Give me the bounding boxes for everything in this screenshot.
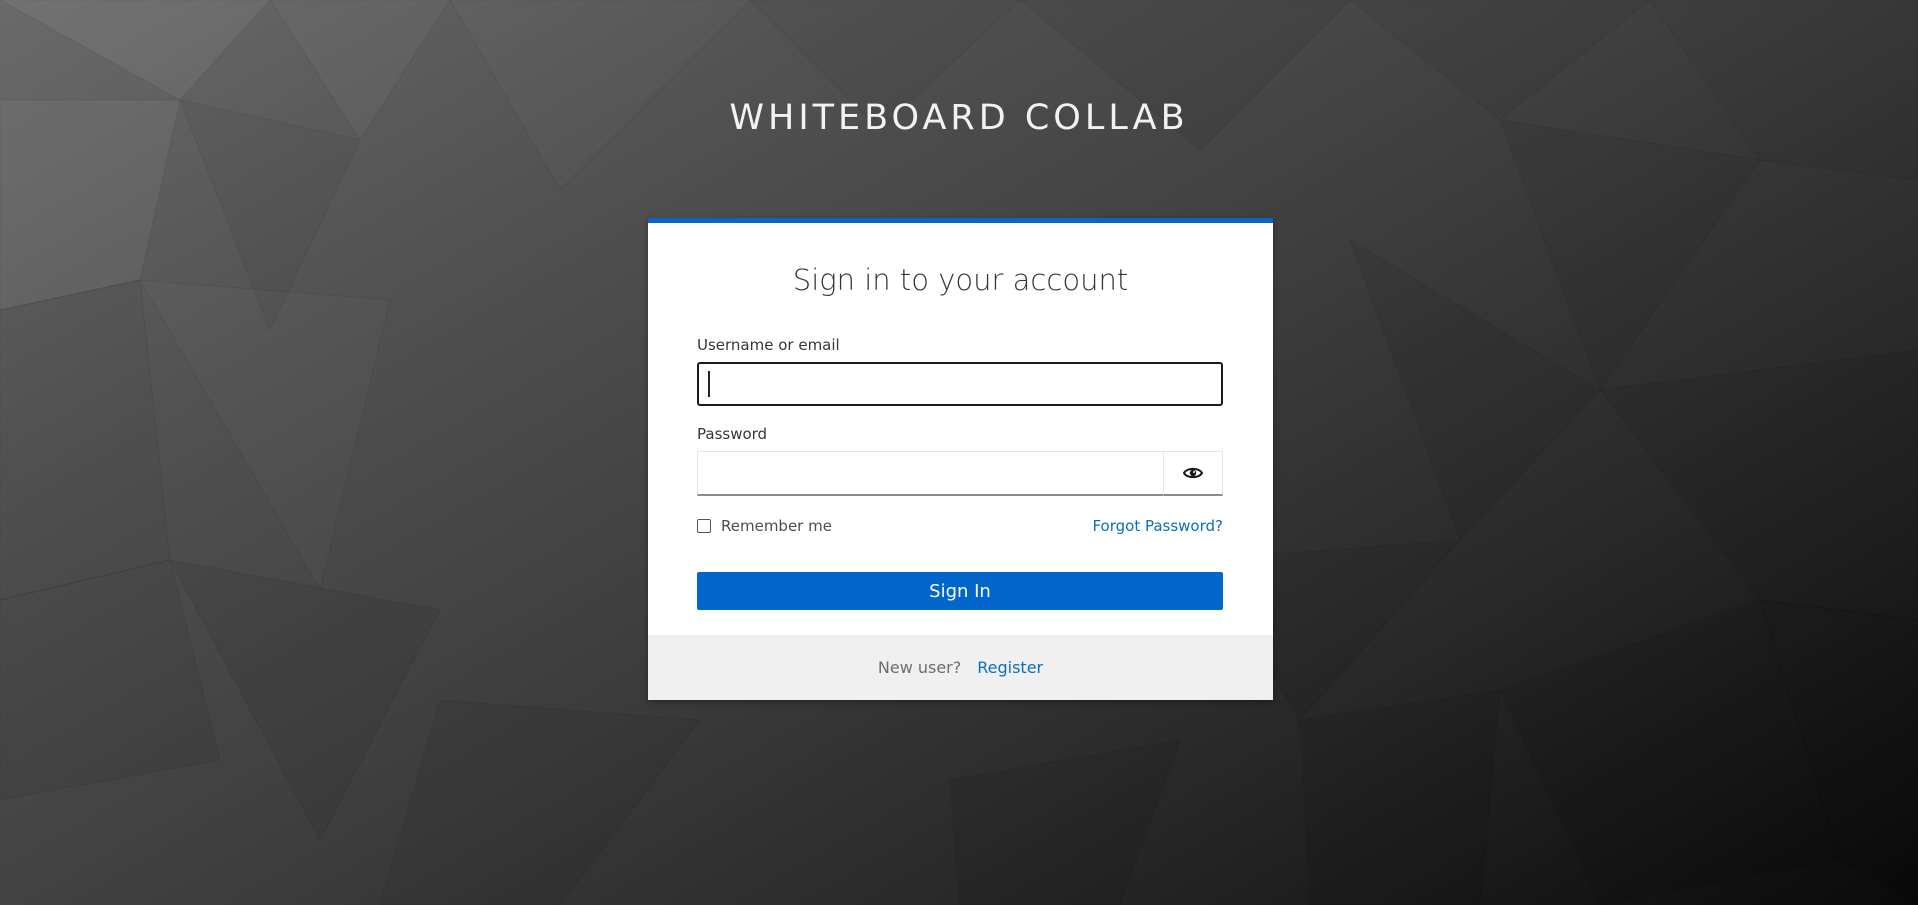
registration-footer: New user? Register bbox=[648, 635, 1273, 700]
remember-me-checkbox[interactable] bbox=[697, 519, 711, 533]
login-card: Sign in to your account Username or emai… bbox=[648, 218, 1273, 700]
remember-me-row: Remember me bbox=[697, 517, 832, 535]
username-input[interactable] bbox=[697, 362, 1223, 406]
password-label: Password bbox=[697, 425, 768, 443]
remember-me-label[interactable]: Remember me bbox=[721, 517, 832, 535]
forgot-password-link[interactable]: Forgot Password? bbox=[1092, 517, 1223, 535]
show-password-button[interactable] bbox=[1163, 451, 1223, 496]
text-cursor bbox=[708, 371, 710, 397]
username-label: Username or email bbox=[697, 336, 840, 354]
sign-in-button[interactable]: Sign In bbox=[697, 572, 1223, 610]
password-input[interactable] bbox=[697, 451, 1164, 496]
new-user-text: New user? bbox=[877, 658, 962, 677]
login-heading: Sign in to your account bbox=[792, 263, 1129, 297]
register-link[interactable]: Register bbox=[977, 658, 1043, 677]
app-brand-title: WHITEBOARD COLLAB bbox=[729, 98, 1189, 138]
eye-icon bbox=[1183, 467, 1203, 479]
